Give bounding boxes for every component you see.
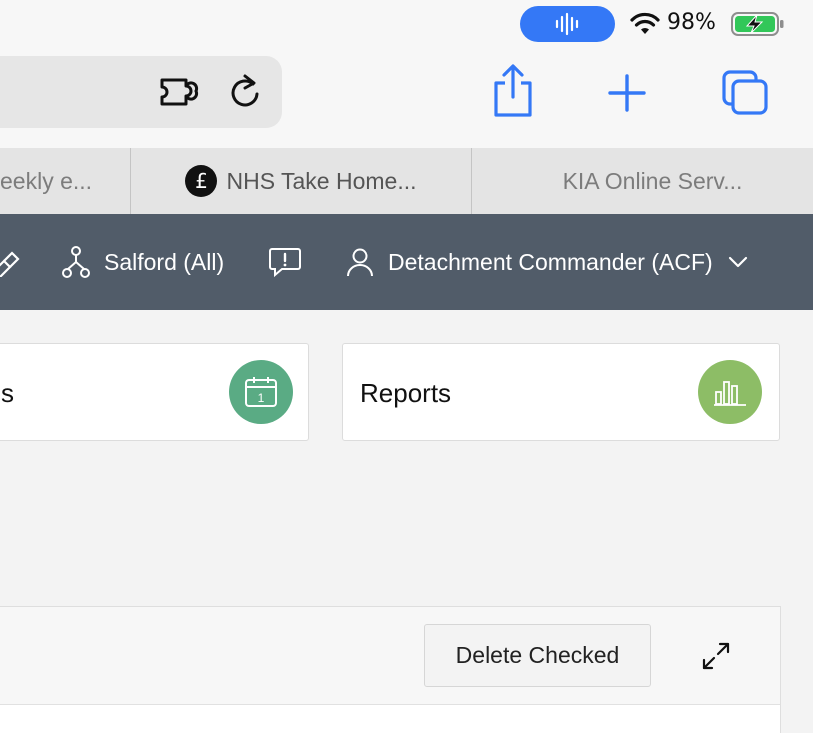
tabs-overview-icon[interactable] [720,68,770,116]
app-navbar: Salford (All) Detachment Commander (ACF) [0,214,813,310]
dashboard-card-events[interactable]: s 1 [0,343,309,441]
tab-weekly[interactable]: eekly e... [0,148,130,214]
dashboard-card-reports[interactable]: Reports [342,343,780,441]
share-icon[interactable] [490,63,536,119]
browser-toolbar [0,48,813,148]
user-role-label: Detachment Commander (ACF) [388,248,713,275]
tab-strip: eekly e... £ NHS Take Home... KIA Online… [0,148,813,214]
bar-chart-icon [714,381,746,406]
microphone-active-pill[interactable] [520,6,615,42]
status-bar: 98% [0,0,813,48]
nav-item-partial[interactable] [0,214,20,310]
tab-nhs-take-home[interactable]: £ NHS Take Home... [131,148,471,214]
card-icon-circle: 1 [229,360,293,424]
battery-percent: 98% [667,10,716,35]
tab-label: KIA Online Serv... [562,167,743,194]
location-label: Salford (All) [104,248,225,275]
hierarchy-icon [62,246,90,278]
wifi-icon [630,12,660,34]
feedback-message-icon [269,248,301,278]
calendar-day-number: 1 [258,391,265,405]
tab-kia-online[interactable]: KIA Online Serv... [472,148,813,214]
reload-icon[interactable] [227,72,263,112]
expand-icon[interactable] [700,640,732,672]
card-icon-circle [698,360,762,424]
delete-checked-button[interactable]: Delete Checked [424,624,651,687]
feedback-button[interactable] [268,214,302,310]
user-icon [347,248,373,277]
user-menu[interactable]: Detachment Commander (ACF) [346,214,749,310]
tag-icon [0,251,20,277]
waveform-icon [555,12,578,36]
tab-label: eekly e... [0,167,93,194]
records-table-area [0,704,780,733]
new-tab-plus-icon[interactable] [604,70,650,116]
nav-location-selector[interactable]: Salford (All) [62,214,224,310]
card-label: s [1,377,14,408]
chevron-down-icon [728,256,747,268]
calendar-icon: 1 [245,377,277,407]
card-label: Reports [360,377,452,408]
pound-favicon-icon: £ [185,165,218,197]
tab-label: NHS Take Home... [226,167,417,194]
battery-charging-icon [731,12,784,36]
extension-icon[interactable] [158,72,202,112]
